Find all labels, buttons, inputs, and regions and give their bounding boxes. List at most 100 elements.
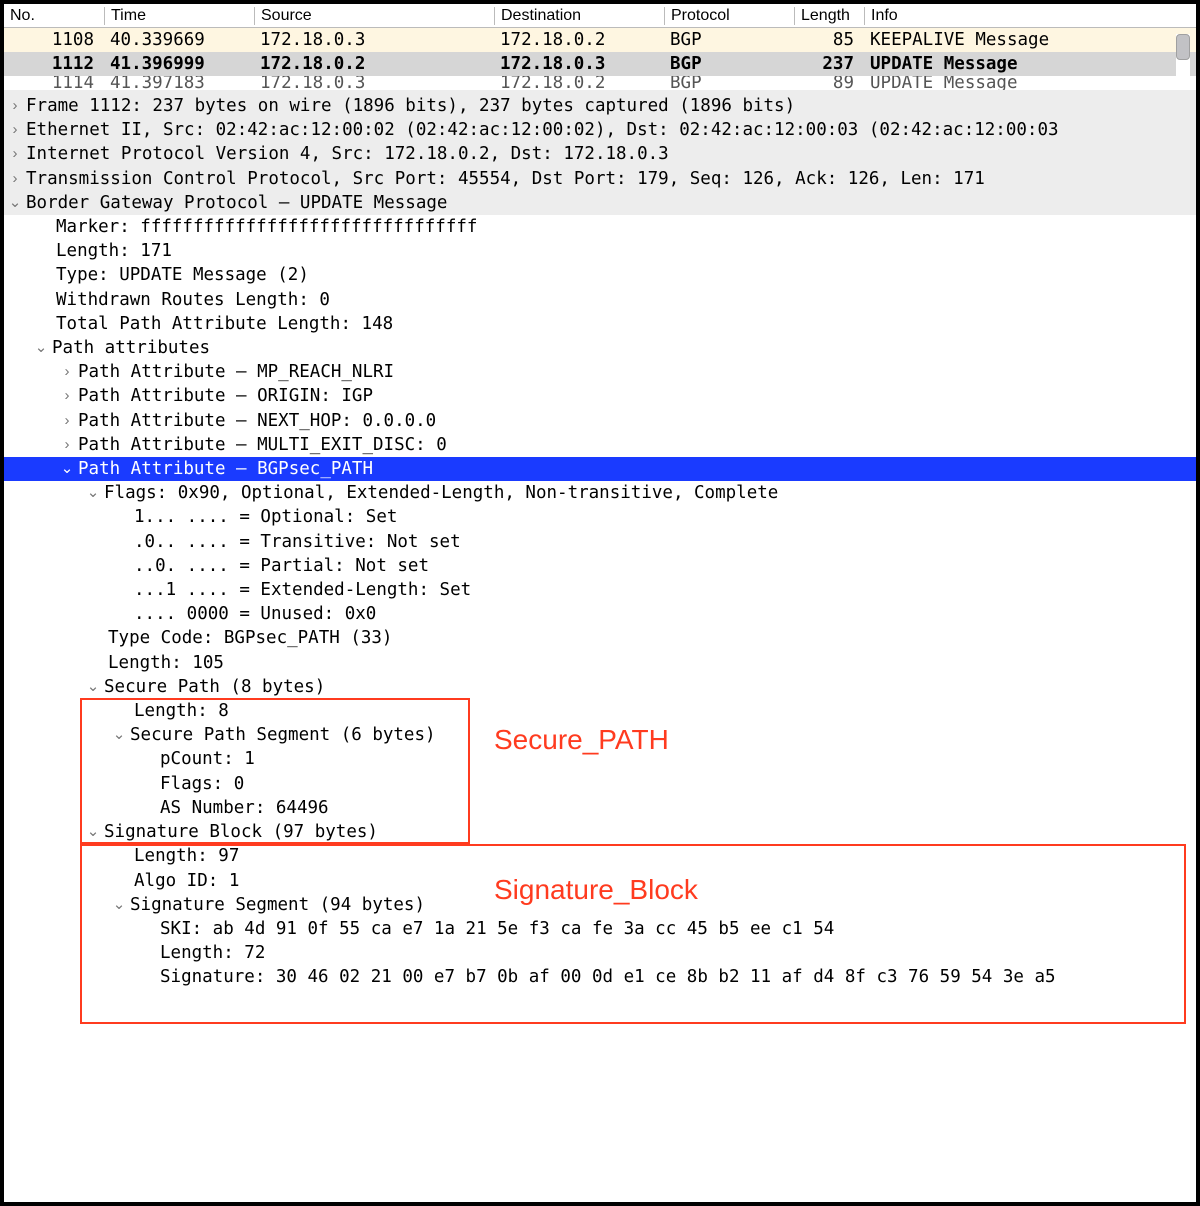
packet-list: No. Time Source Destination Protocol Len… <box>4 4 1196 90</box>
col-time[interactable]: Time <box>104 7 254 25</box>
detail-text: Path Attribute – NEXT_HOP: 0.0.0.0 <box>78 411 436 431</box>
flag-optional[interactable]: 1... .... = Optional: Set <box>4 505 1196 529</box>
bgp-length[interactable]: Length: 171 <box>4 239 1196 263</box>
flag-partial[interactable]: ..0. .... = Partial: Not set <box>4 554 1196 578</box>
detail-text: ..0. .... = Partial: Not set <box>134 556 429 576</box>
detail-text: Length: 105 <box>108 653 224 673</box>
tcp-summary[interactable]: Transmission Control Protocol, Src Port:… <box>4 167 1196 191</box>
cell-no: 1112 <box>4 54 104 74</box>
detail-text: Ethernet II, Src: 02:42:ac:12:00:02 (02:… <box>26 120 1059 140</box>
detail-text: Marker: ffffffffffffffffffffffffffffffff <box>56 217 477 237</box>
detail-text: 1... .... = Optional: Set <box>134 507 397 527</box>
detail-text: Path Attribute – BGPsec_PATH <box>78 459 373 479</box>
cell-time: 40.339669 <box>104 30 254 50</box>
detail-text: Length: 97 <box>134 846 239 866</box>
pa-next-hop[interactable]: Path Attribute – NEXT_HOP: 0.0.0.0 <box>4 409 1196 433</box>
sig-value[interactable]: Signature: 30 46 02 21 00 e7 b7 0b af 00… <box>4 965 1196 989</box>
col-no[interactable]: No. <box>4 7 104 25</box>
sig-length[interactable]: Length: 72 <box>4 941 1196 965</box>
bgp-totalpath[interactable]: Total Path Attribute Length: 148 <box>4 312 1196 336</box>
sigblock-length[interactable]: Length: 97 <box>4 844 1196 868</box>
secure-path[interactable]: Secure Path (8 bytes) <box>4 675 1196 699</box>
cell-len: 89 <box>794 76 864 90</box>
bgpsec-typecode[interactable]: Type Code: BGPsec_PATH (33) <box>4 626 1196 650</box>
chevron-right-icon <box>4 142 26 166</box>
detail-text: Internet Protocol Version 4, Src: 172.18… <box>26 144 669 164</box>
packet-details: Frame 1112: 237 bytes on wire (1896 bits… <box>4 90 1196 990</box>
detail-text: Secure Path (8 bytes) <box>104 677 325 697</box>
chevron-right-icon <box>4 167 26 191</box>
detail-text: Signature Block (97 bytes) <box>104 822 378 842</box>
detail-text: Type Code: BGPsec_PATH (33) <box>108 628 392 648</box>
detail-text: pCount: 1 <box>160 749 255 769</box>
vertical-scrollbar[interactable] <box>1176 34 1190 90</box>
annotation-label-secure-path: Secure_PATH <box>494 724 669 756</box>
detail-text: Signature: 30 46 02 21 00 e7 b7 0b af 00… <box>160 967 1056 987</box>
path-attributes[interactable]: Path attributes <box>4 336 1196 360</box>
frame-summary[interactable]: Frame 1112: 237 bytes on wire (1896 bits… <box>4 94 1196 118</box>
chevron-down-icon <box>56 457 78 481</box>
signature-block[interactable]: Signature Block (97 bytes) <box>4 820 1196 844</box>
detail-text: SKI: ab 4d 91 0f 55 ca e7 1a 21 5e f3 ca… <box>160 919 834 939</box>
detail-text: Border Gateway Protocol – UPDATE Message <box>26 193 447 213</box>
chevron-right-icon <box>56 384 78 408</box>
bgp-type[interactable]: Type: UPDATE Message (2) <box>4 263 1196 287</box>
cell-info: UPDATE Message <box>864 54 1196 74</box>
detail-text: Frame 1112: 237 bytes on wire (1896 bits… <box>26 96 795 116</box>
pa-origin[interactable]: Path Attribute – ORIGIN: IGP <box>4 384 1196 408</box>
detail-text: Length: 8 <box>134 701 229 721</box>
col-destination[interactable]: Destination <box>494 7 664 25</box>
cell-time: 41.396999 <box>104 54 254 74</box>
ip-summary[interactable]: Internet Protocol Version 4, Src: 172.18… <box>4 142 1196 166</box>
detail-text: Flags: 0 <box>160 774 244 794</box>
chevron-right-icon <box>4 118 26 142</box>
packet-list-header: No. Time Source Destination Protocol Len… <box>4 4 1196 28</box>
detail-text: .... 0000 = Unused: 0x0 <box>134 604 376 624</box>
cell-len: 237 <box>794 54 864 74</box>
table-row[interactable]: 1108 40.339669 172.18.0.3 172.18.0.2 BGP… <box>4 28 1196 52</box>
cell-dst: 172.18.0.2 <box>494 76 664 90</box>
sig-ski[interactable]: SKI: ab 4d 91 0f 55 ca e7 1a 21 5e f3 ca… <box>4 917 1196 941</box>
cell-no: 1108 <box>4 30 104 50</box>
col-info[interactable]: Info <box>864 7 1196 25</box>
pa-bgpsec-path[interactable]: Path Attribute – BGPsec_PATH <box>4 457 1196 481</box>
flag-extlen[interactable]: ...1 .... = Extended-Length: Set <box>4 578 1196 602</box>
cell-proto: BGP <box>664 30 794 50</box>
cell-proto: BGP <box>664 76 794 90</box>
chevron-down-icon <box>4 191 26 215</box>
detail-text: ...1 .... = Extended-Length: Set <box>134 580 471 600</box>
cell-dst: 172.18.0.2 <box>494 30 664 50</box>
bgpsec-length[interactable]: Length: 105 <box>4 651 1196 675</box>
table-row[interactable]: 1114 41.397183 172.18.0.3 172.18.0.2 BGP… <box>4 76 1196 90</box>
cell-info: UPDATE Message <box>864 76 1196 90</box>
cell-src: 172.18.0.2 <box>254 54 494 74</box>
ethernet-summary[interactable]: Ethernet II, Src: 02:42:ac:12:00:02 (02:… <box>4 118 1196 142</box>
secure-path-length[interactable]: Length: 8 <box>4 699 1196 723</box>
col-length[interactable]: Length <box>794 7 864 25</box>
bgp-marker[interactable]: Marker: ffffffffffffffffffffffffffffffff <box>4 215 1196 239</box>
flag-unused[interactable]: .... 0000 = Unused: 0x0 <box>4 602 1196 626</box>
bgpsec-flags[interactable]: Flags: 0x90, Optional, Extended-Length, … <box>4 481 1196 505</box>
chevron-down-icon <box>82 675 104 699</box>
detail-text: Algo ID: 1 <box>134 871 239 891</box>
col-protocol[interactable]: Protocol <box>664 7 794 25</box>
cell-src: 172.18.0.3 <box>254 30 494 50</box>
chevron-right-icon <box>56 409 78 433</box>
pa-med[interactable]: Path Attribute – MULTI_EXIT_DISC: 0 <box>4 433 1196 457</box>
cell-src: 172.18.0.3 <box>254 76 494 90</box>
pa-mp-reach-nlri[interactable]: Path Attribute – MP_REACH_NLRI <box>4 360 1196 384</box>
detail-text: Length: 72 <box>160 943 265 963</box>
detail-text: Flags: 0x90, Optional, Extended-Length, … <box>104 483 778 503</box>
cell-time: 41.397183 <box>104 76 254 90</box>
bgp-summary[interactable]: Border Gateway Protocol – UPDATE Message <box>4 191 1196 215</box>
chevron-right-icon <box>56 433 78 457</box>
bgp-withdrawn[interactable]: Withdrawn Routes Length: 0 <box>4 288 1196 312</box>
table-row-selected[interactable]: 1112 41.396999 172.18.0.2 172.18.0.3 BGP… <box>4 52 1196 76</box>
chevron-down-icon <box>108 893 130 917</box>
col-source[interactable]: Source <box>254 7 494 25</box>
chevron-down-icon <box>82 820 104 844</box>
sp-asnum[interactable]: AS Number: 64496 <box>4 796 1196 820</box>
flag-transitive[interactable]: .0.. .... = Transitive: Not set <box>4 530 1196 554</box>
detail-text: Withdrawn Routes Length: 0 <box>56 290 330 310</box>
sp-flags[interactable]: Flags: 0 <box>4 772 1196 796</box>
